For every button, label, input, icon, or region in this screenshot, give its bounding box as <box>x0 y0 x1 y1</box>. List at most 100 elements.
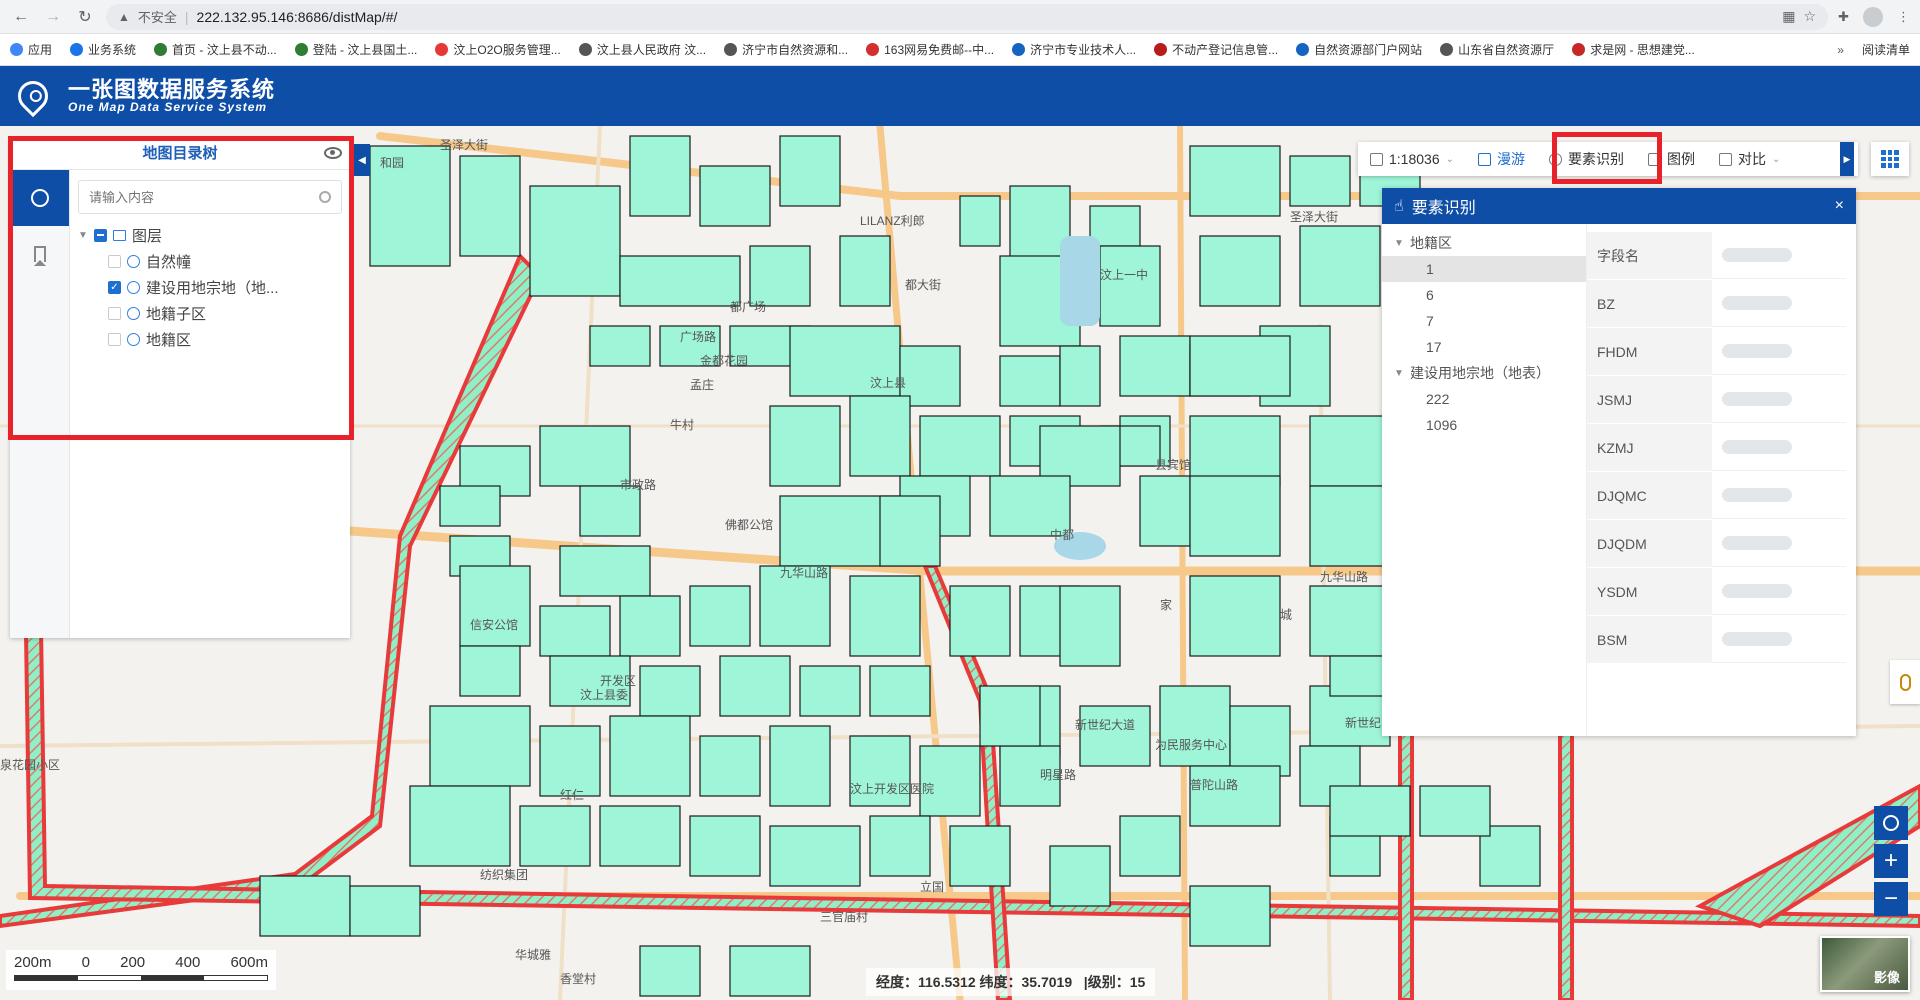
mouse-mode-button[interactable] <box>1890 660 1920 704</box>
parcel-polygon[interactable] <box>589 325 651 367</box>
result-item[interactable]: 222 <box>1382 386 1586 412</box>
parcel-polygon[interactable] <box>619 595 681 657</box>
zoom-out-button[interactable]: − <box>1874 882 1908 916</box>
parcel-polygon[interactable] <box>459 565 531 647</box>
parcel-polygon[interactable] <box>349 885 421 937</box>
back-icon[interactable]: ← <box>10 6 32 28</box>
tab-layers[interactable] <box>10 170 69 226</box>
pan-button[interactable]: 漫游 <box>1466 142 1537 176</box>
parcel-polygon[interactable] <box>429 705 531 787</box>
bookmark-item[interactable]: 业务系统 <box>70 41 136 58</box>
parcel-polygon[interactable] <box>1079 705 1151 767</box>
reload-icon[interactable]: ↻ <box>74 6 96 28</box>
translate-icon[interactable]: ▦ <box>1782 8 1795 25</box>
bookmark-item[interactable]: 首页 - 汶上县不动... <box>154 41 277 58</box>
parcel-polygon[interactable] <box>729 945 811 997</box>
parcel-polygon[interactable] <box>1189 475 1281 557</box>
close-icon[interactable]: × <box>1835 197 1844 215</box>
tree-item-jianshe[interactable]: ✓ 建设用地宗地（地... <box>78 274 342 300</box>
parcel-polygon[interactable] <box>539 425 631 487</box>
layer-checkbox[interactable] <box>108 254 121 268</box>
parcel-polygon[interactable] <box>689 815 761 877</box>
result-item[interactable]: 7 <box>1382 308 1586 334</box>
parcel-polygon[interactable] <box>689 585 751 647</box>
result-item[interactable]: 1096 <box>1382 412 1586 438</box>
parcel-polygon[interactable] <box>1199 235 1281 307</box>
parcel-polygon[interactable] <box>699 735 761 797</box>
scale-select[interactable]: 1:18036 ⌄ <box>1358 142 1466 176</box>
root-checkbox[interactable] <box>94 228 107 242</box>
legend-button[interactable]: 图例 <box>1636 142 1707 176</box>
profile-avatar[interactable] <box>1863 6 1883 27</box>
reading-list-button[interactable]: 阅读清单 <box>1862 41 1910 58</box>
result-item[interactable]: 1 <box>1382 256 1586 282</box>
parcel-polygon[interactable] <box>529 185 621 297</box>
parcel-polygon[interactable] <box>949 585 1011 657</box>
parcel-polygon[interactable] <box>1099 245 1161 327</box>
parcel-polygon[interactable] <box>1289 155 1351 207</box>
caret-down-icon[interactable]: ▼ <box>1394 368 1404 379</box>
bookmark-item[interactable]: 不动产登记信息管... <box>1154 41 1278 58</box>
parcel-polygon[interactable] <box>559 545 651 597</box>
search-icon[interactable] <box>319 191 331 203</box>
parcel-polygon[interactable] <box>1159 685 1231 767</box>
layer-checkbox[interactable] <box>108 332 121 346</box>
parcel-polygon[interactable] <box>769 825 861 887</box>
bookmark-item[interactable]: 山东省自然资源厅 <box>1440 41 1554 58</box>
bookmark-item[interactable]: 济宁市自然资源和... <box>724 41 848 58</box>
parcel-polygon[interactable] <box>949 825 1011 887</box>
result-item[interactable]: 17 <box>1382 334 1586 360</box>
eye-icon[interactable] <box>324 147 342 159</box>
parcel-polygon[interactable] <box>779 135 841 207</box>
parcel-polygon[interactable] <box>1119 815 1181 877</box>
parcel-polygon[interactable] <box>1189 145 1281 217</box>
result-group[interactable]: ▼ 地籍区 <box>1382 230 1586 256</box>
parcel-polygon[interactable] <box>519 805 591 867</box>
collapse-panel-button[interactable]: ◀ <box>354 144 370 176</box>
parcel-polygon[interactable] <box>1189 765 1281 827</box>
parcel-polygon[interactable] <box>749 245 811 307</box>
bookmark-item[interactable]: 汶上县人民政府 汶... <box>578 41 706 58</box>
result-item[interactable]: 6 <box>1382 282 1586 308</box>
parcel-polygon[interactable] <box>1119 335 1191 397</box>
address-bar[interactable]: ▲ 不安全 | 222.132.95.146:8686/distMap/#/ ▦… <box>106 3 1829 30</box>
toolbar-expand-button[interactable]: ▶ <box>1840 142 1854 176</box>
layer-checkbox[interactable]: ✓ <box>108 280 121 294</box>
extensions-icon[interactable]: ✚ <box>1838 9 1849 25</box>
parcel-polygon[interactable] <box>959 195 1001 247</box>
identify-button[interactable]: 要素识别 <box>1537 142 1636 176</box>
parcel-polygon[interactable] <box>1189 575 1281 657</box>
tree-item-ziranzhuang[interactable]: 自然幢 <box>78 248 342 274</box>
parcel-polygon[interactable] <box>1059 585 1121 667</box>
parcel-polygon[interactable] <box>1139 475 1191 547</box>
parcel-polygon[interactable] <box>799 665 861 717</box>
forward-icon[interactable]: → <box>42 6 64 28</box>
parcel-polygon[interactable] <box>1189 335 1291 397</box>
bookmark-item[interactable]: 应用 <box>10 41 52 58</box>
zoom-in-button[interactable]: + <box>1874 844 1908 878</box>
layer-checkbox[interactable] <box>108 306 121 320</box>
star-icon[interactable]: ☆ <box>1804 8 1817 25</box>
parcel-polygon[interactable] <box>639 665 701 717</box>
tree-root[interactable]: ▼ 图层 <box>78 222 342 248</box>
parcel-polygon[interactable] <box>1309 485 1391 567</box>
parcel-polygon[interactable] <box>769 725 831 807</box>
parcel-polygon[interactable] <box>459 645 521 697</box>
parcel-polygon[interactable] <box>919 415 1001 477</box>
parcel-polygon[interactable] <box>579 485 641 537</box>
tree-item-dijizi[interactable]: 地籍子区 <box>78 300 342 326</box>
parcel-polygon[interactable] <box>629 135 691 217</box>
parcel-polygon[interactable] <box>719 655 791 717</box>
parcel-polygon[interactable] <box>1329 785 1411 837</box>
parcel-polygon[interactable] <box>869 665 931 717</box>
catalog-search[interactable] <box>78 180 342 214</box>
parcel-polygon[interactable] <box>439 485 501 527</box>
map-canvas[interactable]: 圣泽大街 LILANZ利郎 圣泽大街 汶上一中 广场路 金都花园 孟庄 都广场 都大街 汶上县 牛村… <box>0 126 1920 1000</box>
menu-icon[interactable]: ⋮ <box>1897 9 1910 25</box>
bookmark-item[interactable]: 自然资源部门户网站 <box>1296 41 1422 58</box>
parcel-polygon[interactable] <box>1419 785 1491 837</box>
parcel-polygon[interactable] <box>879 495 941 567</box>
parcel-polygon[interactable] <box>979 685 1041 747</box>
bookmark-item[interactable]: 汶上O2O服务管理... <box>435 41 561 58</box>
parcel-polygon[interactable] <box>609 715 691 797</box>
